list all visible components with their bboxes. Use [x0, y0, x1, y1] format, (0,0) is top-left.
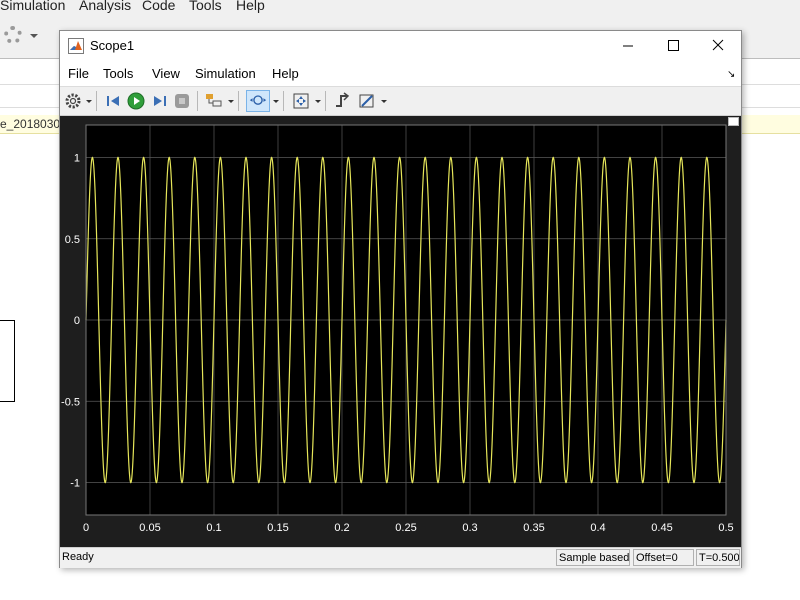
y-tick-label: -1 [70, 478, 80, 490]
fit-to-view-icon[interactable] [291, 91, 311, 111]
bg-menu-code[interactable]: Code [142, 0, 175, 13]
x-tick-label: 0.35 [523, 522, 544, 534]
run-icon[interactable] [126, 91, 146, 111]
status-sample-mode: Sample based [556, 549, 630, 566]
scope-toolbar [60, 86, 741, 116]
background-menubar: Simulation Analysis Code Tools Help [0, 0, 800, 14]
toolbar-separator [96, 91, 97, 111]
status-time: T=0.500 [696, 549, 740, 566]
y-tick-label: 0.5 [65, 234, 80, 246]
menu-file[interactable]: File [68, 66, 89, 81]
x-tick-label: 0.3 [462, 522, 477, 534]
gear-icon[interactable] [4, 26, 22, 44]
x-tick-label: 0.25 [395, 522, 416, 534]
status-bar: Ready Sample based Offset=0 T=0.500 [60, 547, 741, 568]
close-icon [712, 39, 724, 51]
model-tab-label: e_2018030 [0, 117, 61, 131]
y-tick-label: 0 [74, 315, 80, 327]
toolbar-separator [238, 91, 239, 111]
x-tick-label: 0.2 [334, 522, 349, 534]
toolbar-separator [197, 91, 198, 111]
toolbar-separator [325, 91, 326, 111]
scope-plot-area[interactable]: 0 0.05 0.1 0.15 0.2 0.25 0.3 0.35 0.4 0.45 0.5 1 0.5… [60, 116, 741, 548]
y-tick-label: -0.5 [61, 396, 80, 408]
maximize-axes-icon[interactable] [728, 117, 739, 126]
menu-help[interactable]: Help [272, 66, 299, 81]
menu-tools[interactable]: Tools [103, 66, 133, 81]
chevron-down-icon[interactable] [30, 34, 38, 38]
bg-menu-simulation[interactable]: Simulation [0, 0, 65, 13]
window-title: Scope1 [90, 38, 135, 53]
step-forward-icon[interactable] [149, 91, 169, 111]
matlab-logo-icon [68, 38, 84, 54]
signal-line [0, 320, 15, 402]
x-tick-label: 0.5 [718, 522, 733, 534]
maximize-button[interactable] [650, 31, 696, 61]
measurements-dropdown-icon[interactable] [381, 100, 387, 103]
x-tick-label: 0.45 [651, 522, 672, 534]
scope-chart: 0 0.05 0.1 0.15 0.2 0.25 0.3 0.35 0.4 0.45 0.5 1 0.5… [61, 124, 734, 534]
highlight-icon[interactable] [204, 91, 224, 111]
bg-menu-tools[interactable]: Tools [189, 0, 222, 13]
fit-dropdown-icon[interactable] [315, 100, 321, 103]
zoom-x-icon[interactable] [246, 90, 270, 112]
stop-icon[interactable] [172, 91, 192, 111]
y-tick-label: 1 [74, 153, 80, 165]
minimize-icon [623, 45, 633, 47]
x-tick-label: 0.05 [139, 522, 160, 534]
highlight-dropdown-icon[interactable] [228, 100, 234, 103]
title-bar[interactable]: Scope1 [60, 31, 741, 61]
close-button[interactable] [695, 31, 741, 61]
bg-menu-analysis[interactable]: Analysis [79, 0, 131, 13]
status-ready-text: Ready [62, 551, 94, 563]
toolbar-separator [283, 91, 284, 111]
minimize-button[interactable] [605, 31, 651, 61]
menu-view[interactable]: View [152, 66, 180, 81]
menu-simulation[interactable]: Simulation [195, 66, 256, 81]
settings-icon[interactable] [63, 91, 83, 111]
x-tick-label: 0.15 [267, 522, 288, 534]
status-offset: Offset=0 [633, 549, 694, 566]
undock-menu-icon[interactable]: ↘ [727, 69, 735, 80]
scope-window: Scope1 File Tools View Simulation Help ↘ [59, 30, 742, 568]
step-back-icon[interactable] [104, 91, 124, 111]
scope-menubar: File Tools View Simulation Help ↘ [60, 61, 741, 85]
settings-dropdown-icon[interactable] [86, 100, 92, 103]
maximize-icon [668, 40, 679, 51]
zoom-dropdown-icon[interactable] [273, 100, 279, 103]
cursor-measurements-icon[interactable] [357, 91, 377, 111]
triggers-icon[interactable] [333, 91, 353, 111]
bg-menu-help[interactable]: Help [236, 0, 265, 13]
x-tick-label: 0.4 [590, 522, 605, 534]
x-tick-label: 0.1 [206, 522, 221, 534]
x-tick-label: 0 [83, 522, 89, 534]
